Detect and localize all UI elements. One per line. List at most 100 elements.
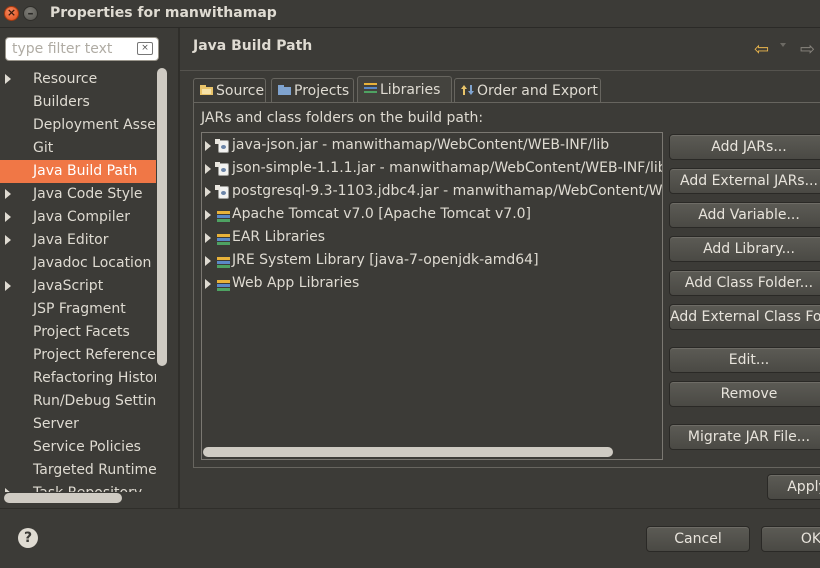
sidebar-item[interactable]: Targeted Runtimes [0,459,164,482]
libraries-description: JARs and class folders on the build path… [201,110,484,126]
build-path-entry[interactable]: java-json.jar - manwithamap/WebContent/W… [202,135,662,158]
side-action-button[interactable]: Add External JARs... [669,168,820,194]
expand-arrow-icon[interactable] [205,187,211,197]
expand-arrow-icon[interactable] [205,210,211,220]
side-action-button[interactable]: Add Library... [669,236,820,262]
build-path-entry-label: json-simple-1.1.1.jar - manwithamap/WebC… [232,160,663,176]
build-path-entry[interactable]: Web App Libraries [202,273,662,296]
expand-arrow-icon[interactable] [5,189,11,199]
expand-arrow-icon[interactable] [205,279,211,289]
sidebar-item[interactable]: Deployment Assembly [0,114,168,137]
sidebar-item[interactable]: Javadoc Location [0,252,160,275]
build-path-entry[interactable]: postgresql-9.3-1103.jdbc4.jar - manwitha… [202,181,662,204]
sidebar-vertical-scroll-thumb[interactable] [157,68,167,366]
tab-order-and-export-label: Order and Export [477,83,598,99]
sidebar-item[interactable]: Task Repository [0,482,160,492]
apply-button[interactable]: Apply [767,474,820,500]
close-icon: × [6,6,17,19]
build-path-entry-label: EAR Libraries [232,229,326,245]
tab-libraries[interactable]: Libraries [357,76,452,102]
sidebar-item-label: Deployment Assembly [33,117,168,133]
clear-filter-icon[interactable]: × [137,42,153,55]
sidebar-item[interactable]: Git [0,137,160,160]
ok-button[interactable]: OK [761,526,820,552]
expand-arrow-icon[interactable] [205,256,211,266]
sidebar-item-label: Refactoring History [33,370,168,386]
expand-arrow-icon[interactable] [205,233,211,243]
source-folder-icon [200,85,213,95]
sidebar-item[interactable]: Service Policies [0,436,160,459]
jar-icon [215,185,231,200]
cancel-button[interactable]: Cancel [646,526,750,552]
sidebar-item[interactable]: Refactoring History [0,367,168,390]
expand-arrow-icon[interactable] [205,141,211,151]
sidebar-item[interactable]: Resource [0,68,160,91]
side-action-button[interactable]: Add JARs... [669,134,820,160]
tab-projects-label: Projects [294,83,350,99]
jar-icon [215,139,231,154]
build-path-entry[interactable]: Apache Tomcat v7.0 [Apache Tomcat v7.0] [202,204,662,227]
sidebar-item-label: Service Policies [33,439,141,455]
sidebar-item[interactable]: JavaScript [0,275,160,298]
expand-arrow-icon[interactable] [5,281,11,291]
sidebar-item[interactable]: Project References [0,344,163,367]
build-path-entry-label: java-json.jar - manwithamap/WebContent/W… [232,137,610,153]
sidebar-item[interactable]: Server [0,413,160,436]
sidebar-item[interactable]: Project Facets [0,321,160,344]
filter-input[interactable]: type filter text × [5,37,159,61]
side-action-button[interactable]: Migrate JAR File... [669,424,820,450]
tree-horizontal-scrollbar[interactable] [201,446,663,460]
tab-source[interactable]: Source [193,78,266,103]
sidebar-item-label: Targeted Runtimes [33,462,165,478]
tab-projects[interactable]: Projects [271,78,354,103]
tree-horizontal-scroll-thumb[interactable] [203,447,613,457]
build-path-entry-label: JRE System Library [java-7-openjdk-amd64… [232,252,539,268]
sidebar-item-label: Task Repository [33,485,142,492]
tab-libraries-label: Libraries [380,82,441,98]
side-action-button[interactable]: Add Class Folder... [669,270,820,296]
filter-placeholder: type filter text [12,41,113,57]
sidebar-item[interactable]: Run/Debug Settings [0,390,168,413]
sidebar-item[interactable]: Java Editor [0,229,160,252]
tab-source-label: Source [216,83,265,99]
build-path-tabs: Source Projects Libraries Order and Expo… [193,76,820,103]
minimize-window-button[interactable]: – [23,6,38,21]
back-arrow-icon[interactable]: ⇦ [754,39,769,60]
panel-divider[interactable] [178,28,180,508]
sidebar-horizontal-scroll-thumb[interactable] [4,493,122,503]
expand-arrow-icon[interactable] [205,164,211,174]
sidebar-item-label: JavaScript [33,278,104,294]
expand-arrow-icon[interactable] [5,74,11,84]
sidebar-item-label: JSP Fragment [33,301,126,317]
build-path-tree[interactable]: java-json.jar - manwithamap/WebContent/W… [201,132,663,460]
sidebar-item[interactable]: Builders [0,91,160,114]
sidebar-horizontal-scrollbar[interactable] [4,492,154,504]
sidebar-item[interactable]: Java Compiler [0,206,160,229]
sidebar-vertical-scrollbar[interactable] [156,68,168,492]
side-action-button[interactable]: Add External Class Folder... [669,304,820,330]
side-action-button[interactable]: Remove [669,381,820,407]
sidebar-item-label: Java Build Path [33,163,138,179]
close-window-button[interactable]: × [4,6,19,21]
sidebar-item[interactable]: JSP Fragment [0,298,160,321]
build-path-entry-label: postgresql-9.3-1103.jdbc4.jar - manwitha… [232,183,663,199]
sidebar-item[interactable]: Java Code Style [0,183,160,206]
expand-arrow-icon[interactable] [5,235,11,245]
build-path-entry[interactable]: EAR Libraries [202,227,662,250]
expand-arrow-icon[interactable] [5,212,11,222]
sidebar-item-label: Builders [33,94,90,110]
page-title: Java Build Path [193,38,313,54]
tab-order-and-export[interactable]: Order and Export [454,78,601,103]
sidebar-item-label: Server [33,416,79,432]
history-dropdown-icon[interactable] [780,43,786,47]
side-action-button[interactable]: Edit... [669,347,820,373]
sidebar-item[interactable]: Java Build Path [0,160,160,183]
forward-arrow-icon[interactable]: ⇨ [800,39,815,60]
build-path-entry[interactable]: JRE System Library [java-7-openjdk-amd64… [202,250,662,273]
build-path-entry-label: Web App Libraries [232,275,360,291]
help-icon[interactable]: ? [18,528,38,548]
side-action-button[interactable]: Add Variable... [669,202,820,228]
sidebar-item-label: Javadoc Location [33,255,152,271]
library-icon [215,277,231,292]
build-path-entry[interactable]: json-simple-1.1.1.jar - manwithamap/WebC… [202,158,662,181]
